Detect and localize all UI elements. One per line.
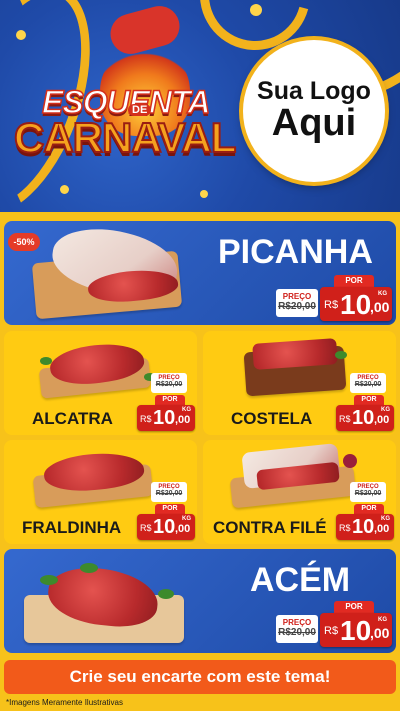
old-price-tag: PREÇO R$20,00	[151, 373, 187, 393]
logo-carnaval-text: CARNAVAL	[13, 113, 237, 162]
price-decimal: ,00	[374, 414, 390, 426]
product-card-alcatra[interactable]: ALCATRA PREÇO R$20,00 POR R$ 10 ,00 KG	[4, 331, 197, 435]
price-integer: 10	[352, 407, 375, 429]
por-label: POR	[155, 504, 185, 514]
price-tag: PREÇO R$20,00 POR R$ 10 ,00 KG	[276, 275, 392, 321]
product-name: CONTRA FILÉ	[213, 518, 327, 537]
currency: R$	[339, 414, 351, 424]
por-label: POR	[334, 601, 374, 613]
bottom-featured-product-card[interactable]: ACÉM PREÇO R$20,00 POR R$ 10 ,00 KG	[4, 549, 396, 653]
unit: KG	[378, 617, 387, 623]
price-tag: PREÇO R$20,00 POR R$ 10 ,00 KG	[330, 373, 394, 431]
currency: R$	[140, 414, 152, 424]
price-box: R$ 10 ,00 KG	[336, 514, 394, 540]
price-integer: 10	[340, 289, 372, 320]
carnival-header: ESQUENTA DE CARNAVAL Sua Logo Aqui	[0, 0, 400, 212]
product-name: PICANHA	[218, 233, 373, 271]
price-box: R$ 10 ,00 KG	[336, 405, 394, 431]
currency: R$	[324, 299, 339, 311]
old-price: R$20,00	[278, 627, 316, 638]
por-label: POR	[354, 395, 384, 405]
currency: R$	[140, 523, 152, 533]
old-price: R$20,00	[155, 381, 183, 388]
product-name: COSTELA	[231, 409, 313, 428]
disclaimer-text: *Imagens Meramente Ilustrativas	[6, 698, 123, 707]
price-integer: 10	[352, 516, 375, 538]
picanha-image	[26, 222, 186, 320]
old-price: R$20,00	[278, 301, 316, 312]
price-tag: PREÇO R$20,00 POR R$ 10 ,00 KG	[131, 482, 195, 540]
product-name: FRALDINHA	[22, 518, 122, 537]
old-price-tag: PREÇO R$20,00	[151, 482, 187, 502]
old-price: R$20,00	[155, 490, 183, 497]
product-card-costela[interactable]: COSTELA PREÇO R$20,00 POR R$ 10 ,00 KG	[203, 331, 396, 435]
product-name: ACÉM	[250, 561, 351, 599]
acem-image	[20, 555, 190, 649]
currency: R$	[339, 523, 351, 533]
product-name: ALCATRA	[32, 409, 113, 428]
price-tag: PREÇO R$20,00 POR R$ 10 ,00 KG	[131, 373, 195, 431]
unit: KG	[182, 407, 191, 413]
product-card-fraldinha[interactable]: FRALDINHA PREÇO R$20,00 POR R$ 10 ,00 KG	[4, 440, 197, 544]
price-box: R$ 10 ,00 KG	[320, 287, 392, 321]
product-card-contra-file[interactable]: CONTRA FILÉ PREÇO R$20,00 POR R$ 10 ,00 …	[203, 440, 396, 544]
logo-placeholder-line1: Sua Logo	[257, 76, 371, 105]
esquenta-carnaval-logo: ESQUENTA DE CARNAVAL	[13, 46, 239, 176]
unit: KG	[381, 516, 390, 522]
old-price-tag: PREÇO R$20,00	[350, 482, 386, 502]
confetti-dot	[250, 4, 262, 16]
por-label: POR	[334, 275, 374, 287]
logo-placeholder[interactable]: Sua Logo Aqui	[243, 40, 385, 182]
old-price-tag: PREÇO R$20,00	[276, 615, 318, 643]
confetti-dot	[60, 185, 69, 194]
confetti-dot	[200, 190, 208, 198]
currency: R$	[324, 625, 339, 637]
price-integer: 10	[340, 615, 372, 646]
price-label: PREÇO	[282, 292, 312, 301]
unit: KG	[182, 516, 191, 522]
logo-placeholder-line2: Aqui	[271, 102, 357, 145]
price-tag: PREÇO R$20,00 POR R$ 10 ,00 KG	[276, 601, 392, 647]
unit: KG	[378, 291, 387, 297]
confetti-dot	[16, 30, 26, 40]
price-box: R$ 10 ,00 KG	[137, 405, 195, 431]
por-label: POR	[354, 504, 384, 514]
price-box: R$ 10 ,00 KG	[137, 514, 195, 540]
unit: KG	[381, 407, 390, 413]
price-label: PREÇO	[282, 618, 312, 627]
price-decimal: ,00	[175, 414, 191, 426]
old-price: R$20,00	[354, 381, 382, 388]
old-price-tag: PREÇO R$20,00	[276, 289, 318, 317]
price-integer: 10	[153, 407, 176, 429]
price-box: R$ 10 ,00 KG	[320, 613, 392, 647]
price-decimal: ,00	[175, 523, 191, 535]
price-decimal: ,00	[370, 299, 390, 315]
discount-badge: -50%	[8, 233, 40, 251]
price-integer: 10	[153, 516, 176, 538]
price-tag: PREÇO R$20,00 POR R$ 10 ,00 KG	[330, 482, 394, 540]
por-label: POR	[155, 395, 185, 405]
old-price: R$20,00	[354, 490, 382, 497]
price-decimal: ,00	[374, 523, 390, 535]
featured-product-card[interactable]: PICANHA PREÇO R$20,00 POR R$ 10 ,00 KG	[4, 221, 396, 325]
price-decimal: ,00	[370, 625, 390, 641]
cta-banner[interactable]: Crie seu encarte com este tema!	[4, 660, 396, 694]
old-price-tag: PREÇO R$20,00	[350, 373, 386, 393]
